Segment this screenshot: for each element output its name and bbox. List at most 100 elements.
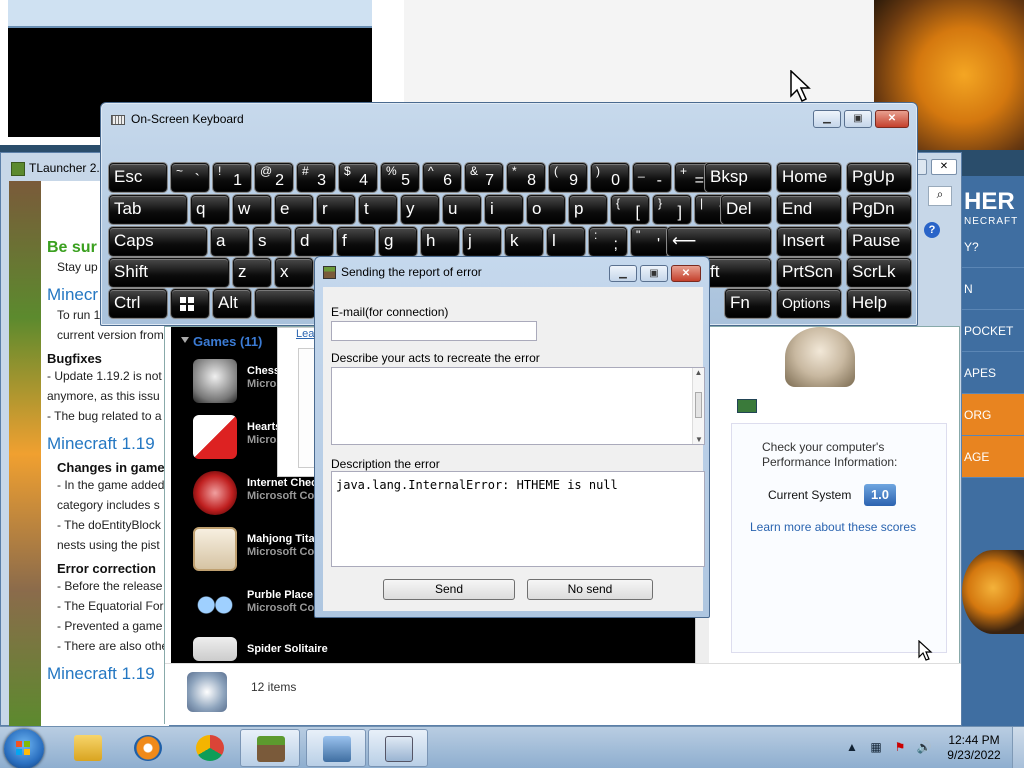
taskbar-chrome[interactable] [180, 729, 240, 767]
show-desktop-button[interactable] [1012, 727, 1024, 768]
key-symbol[interactable]: {[ [611, 195, 649, 224]
key-del[interactable]: Del [721, 195, 771, 224]
key-ctrl[interactable]: Ctrl [109, 289, 167, 318]
key-w[interactable]: w [233, 195, 271, 224]
key-caps[interactable]: Caps [109, 227, 207, 256]
key-help[interactable]: Help [847, 289, 911, 318]
search-icon[interactable]: ⌕ [928, 186, 952, 206]
key-symbol[interactable]: " ' [631, 227, 669, 256]
key-0[interactable]: ) 0 [591, 163, 629, 192]
key-j[interactable]: j [463, 227, 501, 256]
key-insert[interactable]: Insert [777, 227, 841, 256]
key-space[interactable] [255, 289, 315, 318]
key-y[interactable]: y [401, 195, 439, 224]
key-end[interactable]: End [777, 195, 841, 224]
restore-button[interactable]: ▣ [844, 110, 872, 128]
key-windows[interactable] [171, 289, 209, 318]
close-button[interactable]: ✕ [931, 159, 957, 175]
key-pgup[interactable]: PgUp [847, 163, 911, 192]
no-send-button[interactable]: No send [527, 579, 653, 600]
key-h[interactable]: h [421, 227, 459, 256]
right-menu-item[interactable]: N [962, 268, 1024, 310]
description-textarea[interactable]: java.lang.InternalError: HTHEME is null [331, 471, 705, 567]
key-t[interactable]: t [359, 195, 397, 224]
restore-button[interactable]: ▣ [640, 265, 668, 282]
key-9[interactable]: (9 [549, 163, 587, 192]
key-ft[interactable]: ft [705, 258, 771, 287]
key-2[interactable]: @2 [255, 163, 293, 192]
key-options[interactable]: Options [777, 289, 841, 318]
help-icon[interactable]: ? [924, 222, 940, 238]
key-g[interactable]: g [379, 227, 417, 256]
action-center-icon[interactable]: ⚑ [892, 739, 908, 755]
key-p[interactable]: p [569, 195, 607, 224]
key-symbol[interactable]: }] [653, 195, 691, 224]
key-bksp[interactable]: Bksp [705, 163, 771, 192]
key-home[interactable]: Home [777, 163, 841, 192]
key-8[interactable]: * 8 [507, 163, 545, 192]
key-pgdn[interactable]: PgDn [847, 195, 911, 224]
scrollbar-thumb[interactable] [695, 392, 702, 418]
key-symbol[interactable]: ~ ` [171, 163, 209, 192]
taskbar-media-player[interactable] [118, 729, 178, 767]
key-r[interactable]: r [317, 195, 355, 224]
describe-scrollbar[interactable]: ▲ ▼ [692, 368, 704, 444]
right-menu-item[interactable]: AGE [962, 436, 1024, 478]
game-item[interactable]: Purble Place Microsoft Co [193, 579, 333, 631]
key-o[interactable]: o [527, 195, 565, 224]
key-7[interactable]: & 7 [465, 163, 503, 192]
key-shift[interactable]: Shift [109, 258, 229, 287]
right-menu-item[interactable]: Y? [962, 226, 1024, 268]
collapse-arrow-icon[interactable] [181, 337, 189, 343]
key-symbol[interactable]: _ - [633, 163, 671, 192]
key-4[interactable]: $4 [339, 163, 377, 192]
key-e[interactable]: e [275, 195, 313, 224]
key-enter[interactable]: ⟵ [667, 227, 771, 256]
key-esc[interactable]: Esc [109, 163, 167, 192]
key-tab[interactable]: Tab [109, 195, 187, 224]
key-i[interactable]: i [485, 195, 523, 224]
game-item[interactable]: Mahjong Tita Microsoft Co [193, 523, 333, 575]
scroll-down-arrow-icon[interactable]: ▼ [693, 435, 705, 444]
taskbar-games[interactable] [306, 729, 366, 767]
minimize-button[interactable]: ▁ [609, 265, 637, 282]
key-3[interactable]: #3 [297, 163, 335, 192]
taskbar-tlauncher[interactable] [240, 729, 300, 767]
key-x[interactable]: x [275, 258, 313, 287]
describe-textarea[interactable]: ▲ ▼ [331, 367, 705, 445]
network-icon[interactable]: ▦ [868, 739, 884, 755]
key-q[interactable]: q [191, 195, 229, 224]
key-alt[interactable]: Alt [213, 289, 251, 318]
start-button[interactable] [4, 729, 44, 768]
right-menu-item[interactable]: ORG [962, 394, 1024, 436]
key-a[interactable]: a [211, 227, 249, 256]
key-1[interactable]: ! 1 [213, 163, 251, 192]
details-link[interactable]: Lea [296, 328, 314, 340]
key-s[interactable]: s [253, 227, 291, 256]
key-u[interactable]: u [443, 195, 481, 224]
key-5[interactable]: % 5 [381, 163, 419, 192]
key-pause[interactable]: Pause [847, 227, 911, 256]
send-button[interactable]: Send [383, 579, 515, 600]
key-d[interactable]: d [295, 227, 333, 256]
news-heading[interactable]: Minecraft 1.19 [47, 664, 169, 684]
key-z[interactable]: z [233, 258, 271, 287]
email-field[interactable] [331, 321, 537, 341]
key-prtscn[interactable]: PrtScn [777, 258, 841, 287]
key-l[interactable]: l [547, 227, 585, 256]
taskbar-explorer[interactable] [58, 729, 118, 767]
right-menu-item[interactable]: APES [962, 352, 1024, 394]
key-k[interactable]: k [505, 227, 543, 256]
news-heading[interactable]: Minecraft 1.19 [47, 434, 169, 454]
taskbar-osk[interactable] [368, 729, 428, 767]
games-group-header[interactable]: Games (11) [181, 334, 262, 349]
clock[interactable]: 12:44 PM 9/23/2022 [944, 733, 1004, 763]
show-hidden-icons-icon[interactable]: ▲ [844, 739, 860, 755]
key-f[interactable]: f [337, 227, 375, 256]
minimize-button[interactable]: ▁ [813, 110, 841, 128]
learn-more-link[interactable]: Learn more about these scores [750, 520, 916, 534]
key-symbol[interactable]: :; [589, 227, 627, 256]
key-scrlk[interactable]: ScrLk [847, 258, 911, 287]
volume-icon[interactable]: 🔊 [916, 739, 932, 755]
close-button[interactable]: ✕ [671, 265, 701, 282]
